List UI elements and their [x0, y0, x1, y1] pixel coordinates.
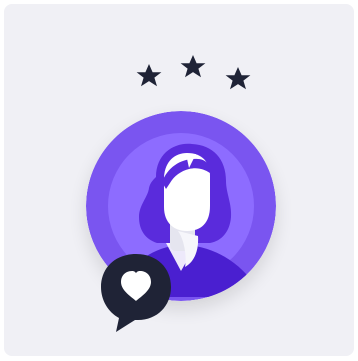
illustration-card [4, 4, 354, 356]
speech-bubble-icon [101, 254, 171, 332]
rating-stars [136, 55, 251, 90]
star-icon [180, 55, 206, 78]
star-icon [136, 64, 162, 87]
star-icon [225, 67, 251, 90]
